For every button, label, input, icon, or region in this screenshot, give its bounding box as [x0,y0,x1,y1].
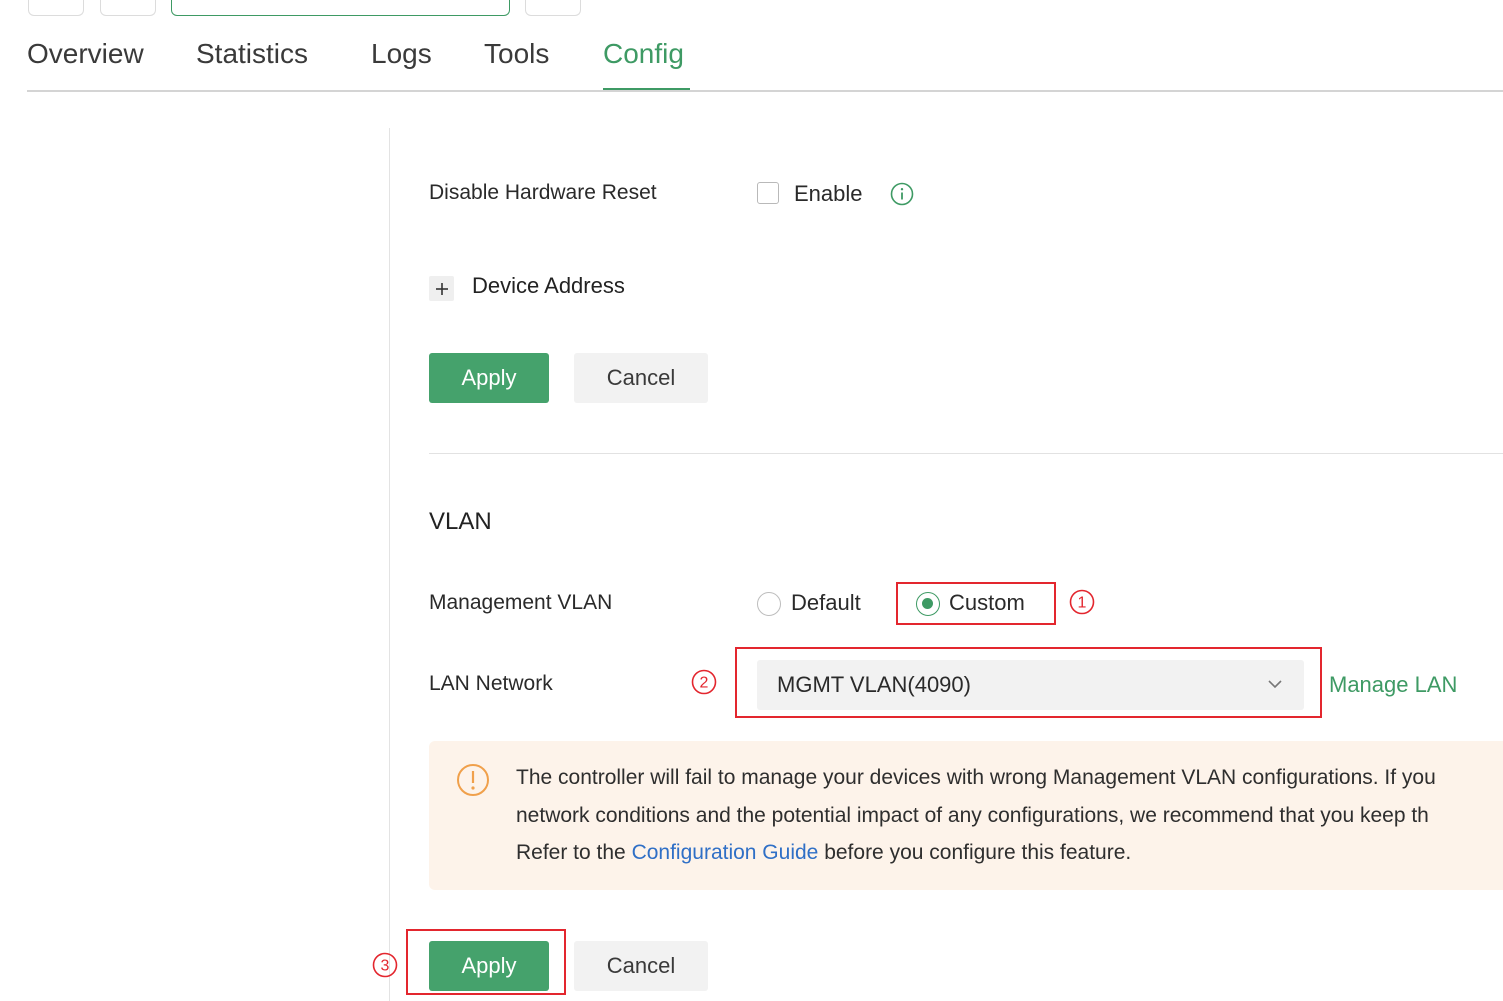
callout-2: 2 [691,669,717,695]
top-button-2[interactable] [100,0,156,16]
tab-overview[interactable]: Overview [27,38,144,70]
highlight-custom-radio [896,582,1056,625]
manage-lan-link[interactable]: Manage LAN [1329,672,1457,698]
device-address-label[interactable]: Device Address [472,273,625,299]
tab-logs[interactable]: Logs [371,38,432,70]
tab-divider [27,90,1503,92]
hardware-reset-checkbox[interactable] [757,182,779,204]
device-address-expand-button[interactable] [429,276,454,301]
radio-default-label[interactable]: Default [791,590,861,616]
lan-network-label: LAN Network [429,672,553,695]
warning-text-line-1: The controller will fail to manage your … [516,766,1436,789]
callout-1: 1 [1069,589,1095,615]
top-button-3[interactable] [525,0,581,16]
tab-tools[interactable]: Tools [484,38,549,70]
radio-default[interactable] [757,592,781,616]
highlight-lan-network-select [735,647,1322,718]
tab-statistics[interactable]: Statistics [196,38,308,70]
svg-text:2: 2 [700,675,709,692]
plus-icon [435,282,448,295]
management-vlan-label: Management VLAN [429,591,613,614]
callout-3: 3 [372,952,398,978]
tab-config[interactable]: Config [603,38,684,70]
warning-icon [457,764,489,796]
warning-text-line-3: Refer to the Configuration Guide before … [516,841,1131,865]
warning-text-prefix: Refer to the [516,841,632,864]
svg-text:1: 1 [1078,595,1087,612]
info-icon[interactable] [890,182,914,206]
configuration-guide-link[interactable]: Configuration Guide [632,841,819,864]
highlight-apply-button [406,929,566,995]
svg-text:3: 3 [381,958,390,975]
vlan-section-title: VLAN [429,508,492,535]
top-device-selector[interactable] [171,0,510,16]
warning-text-suffix: before you configure this feature. [818,841,1132,864]
hardware-reset-label: Disable Hardware Reset [429,181,657,204]
hardware-reset-enable-label[interactable]: Enable [794,181,863,207]
content-divider [389,128,390,1001]
cancel-button-top[interactable]: Cancel [574,353,708,403]
warning-text-line-2: network conditions and the potential imp… [516,804,1429,827]
apply-button-top[interactable]: Apply [429,353,549,403]
cancel-button-bottom[interactable]: Cancel [574,941,708,991]
section-divider [429,453,1503,454]
top-button-1[interactable] [28,0,84,16]
